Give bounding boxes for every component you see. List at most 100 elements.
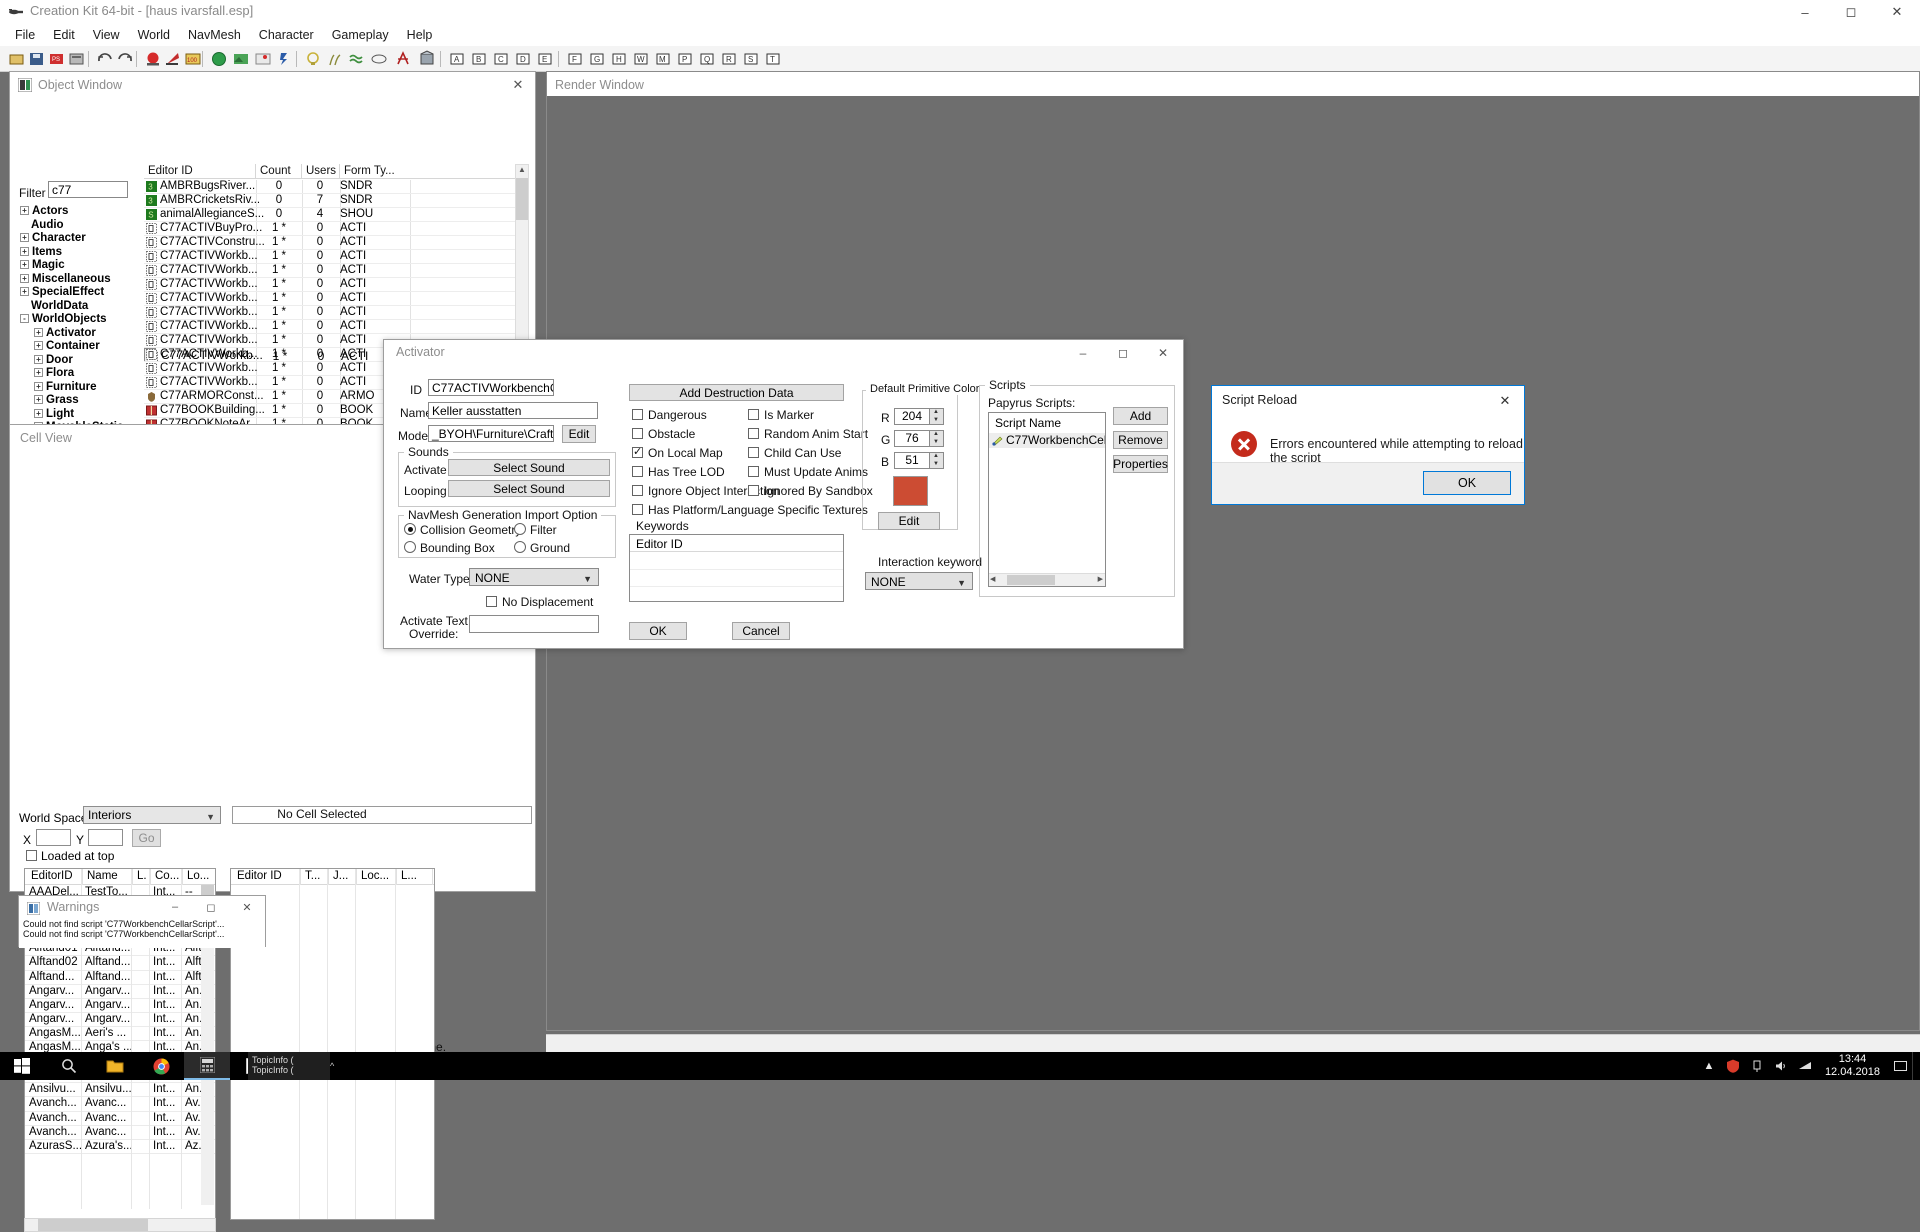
object-list-row[interactable]: C77ACTIVConstru...1 *0ACTI xyxy=(144,236,520,250)
cell-object-column-header[interactable]: L... xyxy=(397,869,433,885)
menu-world[interactable]: World xyxy=(129,26,179,44)
radio-filter[interactable] xyxy=(514,523,526,535)
notifications-icon[interactable] xyxy=(1888,1052,1912,1080)
color-r-input[interactable]: 204 xyxy=(894,408,930,425)
color-r-stepper[interactable]: ▲▼ xyxy=(930,408,944,425)
menu-help[interactable]: Help xyxy=(398,26,442,44)
expander-icon[interactable]: + xyxy=(34,341,43,350)
cell-list-row[interactable]: Avanch...Avanc...Int...Av... xyxy=(25,1126,215,1140)
minimize-button[interactable]: – xyxy=(1782,0,1828,24)
filter-input[interactable] xyxy=(48,181,128,198)
object-list-row[interactable]: C77ACTIVWorkb...1 *0ACTI xyxy=(144,292,520,306)
model-edit-button[interactable]: Edit xyxy=(562,425,596,443)
stepper-down-icon[interactable]: ▼ xyxy=(930,461,942,468)
cell-column-header[interactable]: EditorID xyxy=(27,869,83,885)
taskbar-calculator-icon[interactable] xyxy=(184,1052,230,1080)
object-list-row[interactable]: C77ACTIVWorkb...1 *0ACTI xyxy=(144,320,520,334)
usb-icon[interactable] xyxy=(1745,1052,1769,1080)
object-list-row[interactable]: SanimalAllegianceS...04SHOU xyxy=(144,208,520,222)
papyrus-scripts-list[interactable]: Script Name C77WorkbenchCellarSc ◀ ▶ xyxy=(988,412,1106,587)
checkbox-ignored-by-sandbox[interactable] xyxy=(748,485,759,496)
object-list-row[interactable]: 3AMBRCricketsRiv...07SNDR xyxy=(144,194,520,208)
interaction-keyword-select[interactable]: NONE ▼ xyxy=(865,572,973,590)
box-a-icon[interactable]: A xyxy=(448,50,466,68)
volume-icon[interactable] xyxy=(1769,1052,1793,1080)
looping-sound-button[interactable]: Select Sound xyxy=(448,480,610,497)
no-displacement-checkbox[interactable] xyxy=(486,596,497,607)
data-icon[interactable]: PS xyxy=(48,50,66,68)
cell-column-header[interactable]: Lo... xyxy=(183,869,216,885)
world-icon[interactable] xyxy=(210,50,228,68)
menu-view[interactable]: View xyxy=(84,26,129,44)
taskbar-search-icon[interactable] xyxy=(46,1052,92,1080)
show-desktop-button[interactable] xyxy=(1912,1052,1920,1080)
expander-icon[interactable]: + xyxy=(34,368,43,377)
color-g-stepper[interactable]: ▲▼ xyxy=(930,430,944,447)
script-list-hscrollbar[interactable]: ◀ ▶ xyxy=(989,573,1105,586)
box-e-icon[interactable]: E xyxy=(536,50,554,68)
expander-icon[interactable]: + xyxy=(34,328,43,337)
checkbox-obstacle[interactable] xyxy=(632,428,643,439)
box-s-icon[interactable]: S xyxy=(742,50,760,68)
box-r-icon[interactable]: R xyxy=(720,50,738,68)
box-w-icon[interactable]: W xyxy=(632,50,650,68)
box-p-icon[interactable]: P xyxy=(676,50,694,68)
script-add-button[interactable]: Add xyxy=(1113,407,1168,425)
expander-icon[interactable]: + xyxy=(20,247,29,256)
cell-list-row[interactable]: Angarv...Angarv...Int...An... xyxy=(25,985,215,999)
cell-list-row[interactable]: Alftand...Alftand...Int...Alft... xyxy=(25,971,215,985)
object-list-row[interactable]: C77ACTIVWorkb...1 *0ACTI xyxy=(144,264,520,278)
column-editor-id[interactable]: Editor ID xyxy=(144,164,256,179)
box-d-icon[interactable]: D xyxy=(514,50,532,68)
checkbox-is-marker[interactable] xyxy=(748,409,759,420)
stepper-up-icon[interactable]: ▲ xyxy=(930,409,942,416)
new-icon[interactable] xyxy=(8,50,26,68)
checkbox-has-tree-lod[interactable] xyxy=(632,466,643,477)
minimize-button[interactable]: – xyxy=(1063,340,1103,366)
box-q-icon[interactable]: Q xyxy=(698,50,716,68)
x-input[interactable] xyxy=(36,829,71,846)
redo-icon[interactable] xyxy=(116,50,134,68)
box-h-icon[interactable]: H xyxy=(610,50,628,68)
antivirus-icon[interactable] xyxy=(1721,1052,1745,1080)
portal-icon[interactable] xyxy=(394,50,412,68)
cell-list-row[interactable]: Angarv...Angarv...Int...An... xyxy=(25,999,215,1013)
chevron-up-icon[interactable]: ▲ xyxy=(1697,1052,1721,1080)
maximize-button[interactable]: ◻ xyxy=(1103,340,1143,366)
keywords-list[interactable]: Editor ID xyxy=(629,534,844,602)
navmesh-icon[interactable] xyxy=(254,50,272,68)
menu-file[interactable]: File xyxy=(6,26,44,44)
close-button[interactable]: ✕ xyxy=(1490,390,1520,412)
taskbar-chrome-icon[interactable] xyxy=(138,1052,184,1080)
cell-list-row[interactable]: Ansilvu...Ansilvu...Int...An... xyxy=(25,1083,215,1097)
preferences-icon[interactable] xyxy=(68,50,86,68)
color-b-input[interactable]: 51 xyxy=(894,452,930,469)
taskbar-grouped-windows[interactable]: TopicInfo ( TopicInfo ( xyxy=(248,1052,330,1080)
cell-column-header[interactable]: Name xyxy=(83,869,133,885)
expander-icon[interactable]: + xyxy=(34,382,43,391)
cell-list-row[interactable]: Alftand02Alftand...Int...Alft... xyxy=(25,956,215,970)
primitive-color-edit-button[interactable]: Edit xyxy=(878,512,940,530)
expander-icon[interactable]: + xyxy=(20,287,29,296)
cell-object-column-header[interactable]: Loc... xyxy=(357,869,397,885)
checkbox-random-anim-start[interactable] xyxy=(748,428,759,439)
checkbox-ignore-object-interaction[interactable] xyxy=(632,485,643,496)
id-input[interactable]: C77ACTIVWorkbenchCellar xyxy=(428,379,554,396)
activate-text-override-input[interactable] xyxy=(469,615,599,633)
water-icon[interactable] xyxy=(348,50,366,68)
minimize-button[interactable]: – xyxy=(157,896,193,918)
close-button[interactable]: ✕ xyxy=(229,896,265,918)
cell-object-column-header[interactable]: Editor ID xyxy=(233,869,301,885)
object-list-row[interactable]: 3AMBRBugsRiver...00SNDR xyxy=(144,180,520,194)
color-b-stepper[interactable]: ▲▼ xyxy=(930,452,944,469)
expander-icon[interactable]: + xyxy=(34,395,43,404)
menu-edit[interactable]: Edit xyxy=(44,26,84,44)
box-b-icon[interactable]: B xyxy=(470,50,488,68)
world-space-select[interactable]: Interiors ▼ xyxy=(83,806,221,824)
cell-object-column-header[interactable]: J... xyxy=(329,869,357,885)
close-button[interactable]: ✕ xyxy=(1874,0,1920,24)
stepper-up-icon[interactable]: ▲ xyxy=(930,453,942,460)
cell-view-icon[interactable] xyxy=(164,50,182,68)
expander-icon[interactable]: + xyxy=(20,260,29,269)
script-properties-button[interactable]: Properties xyxy=(1113,455,1168,473)
